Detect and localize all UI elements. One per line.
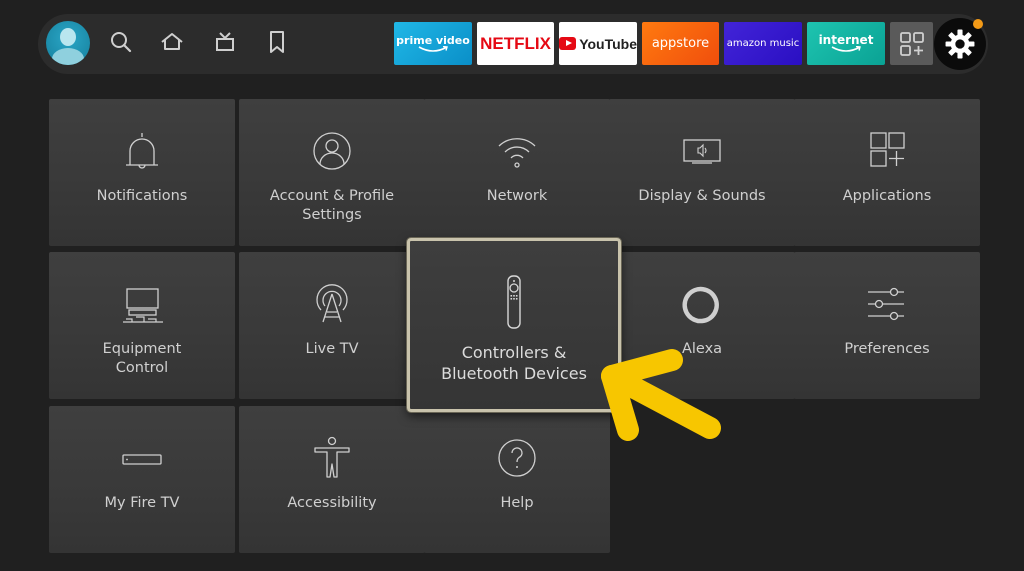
- remote-icon: [490, 274, 538, 329]
- search-icon[interactable]: [108, 29, 134, 55]
- antenna-icon: [308, 282, 356, 328]
- equipment-icon: [118, 282, 166, 328]
- app-tile-internet[interactable]: internet: [807, 22, 885, 65]
- bookmark-icon[interactable]: [264, 29, 290, 55]
- app-tile-amazon-music[interactable]: amazon music: [724, 22, 802, 65]
- settings-tile-preferences[interactable]: Preferences: [794, 252, 980, 399]
- applications-icon: [863, 129, 911, 175]
- youtube-play-icon: [559, 37, 577, 50]
- settings-tile-account-profile[interactable]: Account & Profile Settings: [239, 99, 425, 246]
- alexa-icon: [678, 282, 726, 328]
- settings-tile-live-tv[interactable]: Live TV: [239, 252, 425, 399]
- account-icon: [308, 129, 356, 175]
- sliders-icon: [863, 282, 911, 328]
- settings-tile-help[interactable]: Help: [424, 406, 610, 553]
- app-tile-prime-video[interactable]: prime video: [394, 22, 472, 65]
- profile-avatar-icon[interactable]: [46, 21, 90, 65]
- amazon-smile-icon: [831, 46, 861, 52]
- gear-icon: [945, 29, 975, 59]
- apps-grid-plus-icon: [899, 31, 924, 56]
- app-tile-appstore[interactable]: appstore: [642, 22, 719, 65]
- all-apps-button[interactable]: [890, 22, 933, 65]
- settings-tile-accessibility[interactable]: Accessibility: [239, 406, 425, 553]
- amazon-smile-icon: [418, 45, 448, 52]
- app-tile-netflix[interactable]: NETFLIX: [477, 22, 554, 65]
- annotation-arrow-icon: [601, 349, 721, 441]
- display-sound-icon: [678, 129, 726, 175]
- help-icon: [493, 436, 541, 482]
- wifi-icon: [493, 129, 541, 175]
- live-tv-icon[interactable]: [212, 29, 238, 55]
- settings-tile-my-fire-tv[interactable]: My Fire TV: [49, 406, 235, 553]
- home-icon[interactable]: [159, 29, 185, 55]
- settings-tile-display-sounds[interactable]: Display & Sounds: [609, 99, 795, 246]
- app-tile-youtube[interactable]: YouTube: [559, 22, 637, 65]
- settings-tile-notifications[interactable]: Notifications: [49, 99, 235, 246]
- fire-tv-device-icon: [118, 436, 166, 482]
- accessibility-icon: [308, 436, 356, 482]
- settings-tile-controllers-bluetooth[interactable]: Controllers & Bluetooth Devices: [407, 238, 621, 412]
- notification-dot: [973, 19, 983, 29]
- settings-tile-network[interactable]: Network: [424, 99, 610, 246]
- settings-tile-equipment-control[interactable]: Equipment Control: [49, 252, 235, 399]
- settings-tile-applications[interactable]: Applications: [794, 99, 980, 246]
- bell-icon: [118, 129, 166, 175]
